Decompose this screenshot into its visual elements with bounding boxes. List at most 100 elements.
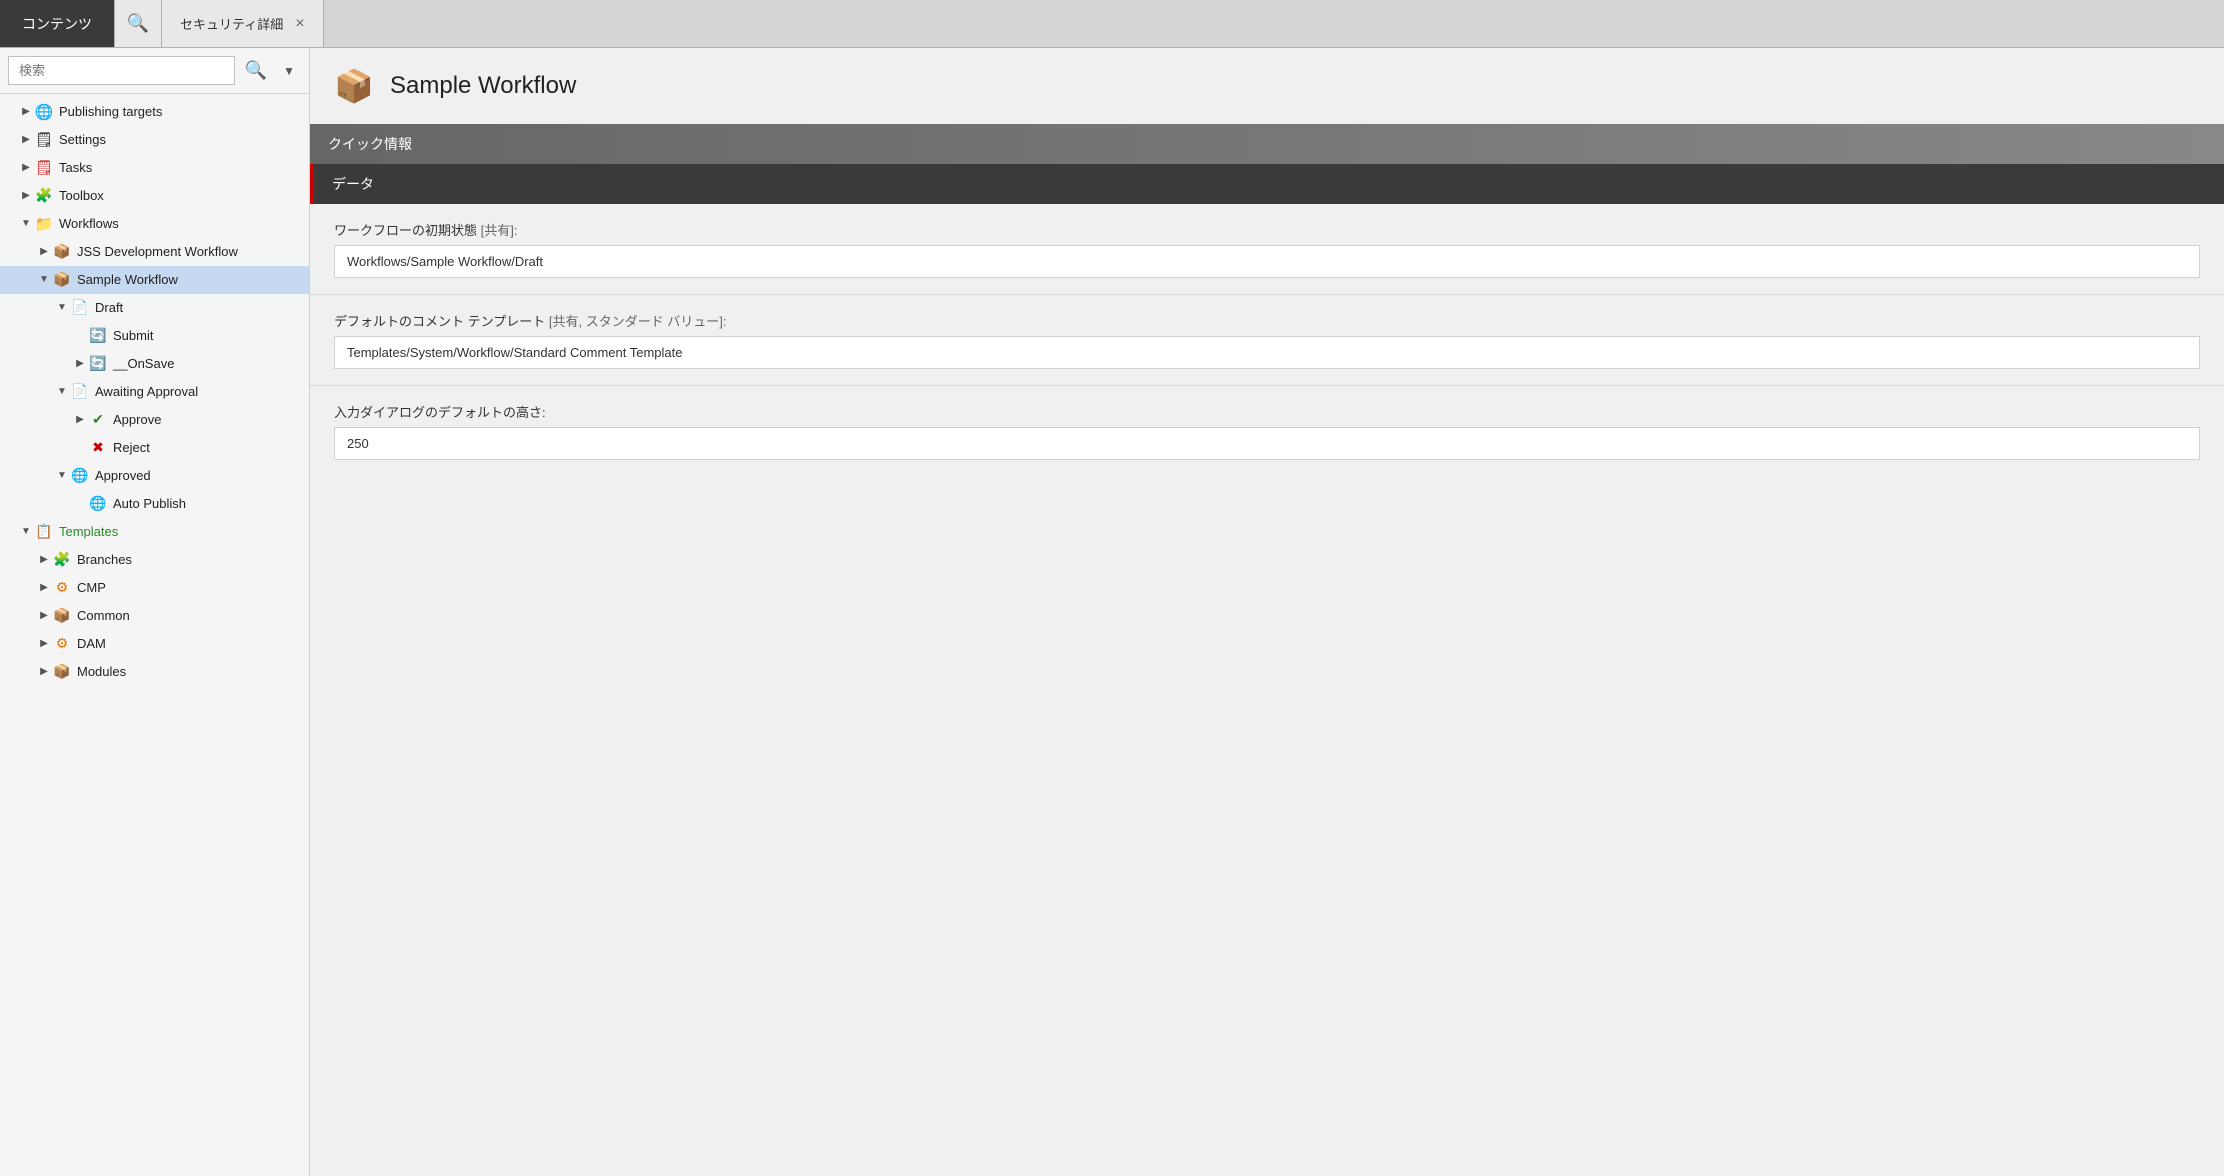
tree-icon-submit: 🔄 [88,326,108,346]
sidebar: 🔍 ▼ ▶ 🌐 Publishing targets ▶ 🗒 Settings [0,48,310,1176]
tree-item-reject[interactable]: ✖ Reject [0,434,309,462]
tree-toggle-workflows[interactable]: ▼ [18,217,34,231]
tree-label-submit: Submit [113,327,153,345]
tree-icon-draft: 📄 [70,298,90,318]
tree-label-cmp: CMP [77,579,106,597]
tree-item-sample-workflow[interactable]: ▼ 📦 Sample Workflow [0,266,309,294]
tree-item-jss-dev-workflow[interactable]: ▶ 📦 JSS Development Workflow [0,238,309,266]
tree-icon-common: 📦 [52,606,72,626]
tree-toggle-tasks[interactable]: ▶ [18,161,34,175]
tree-label-templates: Templates [59,523,118,541]
tree-icon-modules: 📦 [52,662,72,682]
tree-icon-approve: ✔ [88,410,108,430]
field-label-text-dialog-height: 入力ダイアログのデフォルトの高さ: [334,405,546,420]
content-icon: 📦 [334,66,374,106]
field-label-text-comment-template: デフォルトのコメント テンプレート [334,314,545,329]
tree-label-approved: Approved [95,467,151,485]
field-group-comment-template: デフォルトのコメント テンプレート [共有, スタンダード バリュー]: Tem… [310,295,2224,385]
tree-toggle-sample-workflow[interactable]: ▼ [36,273,52,287]
tree-icon-reject: ✖ [88,438,108,458]
tree-icon-dam: ⚙ [52,634,72,654]
field-value-initial-state: Workflows/Sample Workflow/Draft [334,245,2200,278]
main-layout: 🔍 ▼ ▶ 🌐 Publishing targets ▶ 🗒 Settings [0,48,2224,1176]
quick-info-label: クイック情報 [328,136,412,152]
tree-item-branches[interactable]: ▶ 🧩 Branches [0,546,309,574]
tree-label-workflows: Workflows [59,215,119,233]
tree-item-draft[interactable]: ▼ 📄 Draft [0,294,309,322]
tree-icon-publishing-targets: 🌐 [34,102,54,122]
tree-toggle-awaiting-approval[interactable]: ▼ [54,385,70,399]
tree-toggle-approve[interactable]: ▶ [72,413,88,427]
field-value-comment-template: Templates/System/Workflow/Standard Comme… [334,336,2200,369]
tab-close-icon[interactable]: × [295,15,304,33]
tree-item-settings[interactable]: ▶ 🗒 Settings [0,126,309,154]
tree-toggle-publishing-targets[interactable]: ▶ [18,105,34,119]
tree-label-onsave: __OnSave [113,355,174,373]
tab-bar: コンテンツ 🔍 セキュリティ詳細 × [0,0,2224,48]
tree-toggle-jss-dev-workflow[interactable]: ▶ [36,245,52,259]
tree-item-approve[interactable]: ▶ ✔ Approve [0,406,309,434]
tab-contents[interactable]: コンテンツ [0,0,114,47]
field-label-dialog-height: 入力ダイアログのデフォルトの高さ: [334,402,2200,421]
tree-toggle-branches[interactable]: ▶ [36,553,52,567]
search-button[interactable]: 🔍 [239,56,273,85]
tree-icon-workflows: 📁 [34,214,54,234]
tree-icon-toolbox: 🧩 [34,186,54,206]
tree-item-approved[interactable]: ▼ 🌐 Approved [0,462,309,490]
tree-label-sample-workflow: Sample Workflow [77,271,178,289]
tree-label-auto-publish: Auto Publish [113,495,186,513]
tree-item-auto-publish[interactable]: 🌐 Auto Publish [0,490,309,518]
tree-toggle-cmp[interactable]: ▶ [36,581,52,595]
field-shared-comment-template: [共有, スタンダード バリュー]: [549,314,727,329]
field-shared-initial-state: [共有]: [481,223,518,238]
field-label-text-initial-state: ワークフローの初期状態 [334,223,477,238]
tree-item-modules[interactable]: ▶ 📦 Modules [0,658,309,686]
search-bar: 🔍 ▼ [0,48,309,94]
tree-label-publishing-targets: Publishing targets [59,103,162,121]
tree-toggle-common[interactable]: ▶ [36,609,52,623]
tree-item-publishing-targets[interactable]: ▶ 🌐 Publishing targets [0,98,309,126]
tree-icon-onsave: 🔄 [88,354,108,374]
tree-item-onsave[interactable]: ▶ 🔄 __OnSave [0,350,309,378]
tree-item-tasks[interactable]: ▶ 🗒 Tasks [0,154,309,182]
tab-security-detail[interactable]: セキュリティ詳細 × [162,0,324,47]
tree-toggle-settings[interactable]: ▶ [18,133,34,147]
tree-icon-cmp: ⚙ [52,578,72,598]
tree-label-settings: Settings [59,131,106,149]
tree-label-approve: Approve [113,411,161,429]
tree-label-branches: Branches [77,551,132,569]
tree-label-dam: DAM [77,635,106,653]
search-input[interactable] [8,56,235,85]
tree-label-modules: Modules [77,663,126,681]
dropdown-button[interactable]: ▼ [277,60,301,82]
tree-item-toolbox[interactable]: ▶ 🧩 Toolbox [0,182,309,210]
tree-icon-branches: 🧩 [52,550,72,570]
tab-search-button[interactable]: 🔍 [114,0,162,47]
data-section-label: データ [332,176,374,192]
field-group-initial-state: ワークフローの初期状態 [共有]: Workflows/Sample Workf… [310,204,2224,294]
tree-item-submit[interactable]: 🔄 Submit [0,322,309,350]
tree-label-common: Common [77,607,130,625]
tree-item-dam[interactable]: ▶ ⚙ DAM [0,630,309,658]
tree-toggle-approved[interactable]: ▼ [54,469,70,483]
tree-label-draft: Draft [95,299,123,317]
data-section-header: データ [310,164,2224,204]
tree-toggle-templates[interactable]: ▼ [18,525,34,539]
tree-toggle-modules[interactable]: ▶ [36,665,52,679]
tree-item-templates[interactable]: ▼ 📋 Templates [0,518,309,546]
page-title: Sample Workflow [390,72,576,100]
tab-security-label: セキュリティ詳細 [180,14,283,33]
tree-icon-auto-publish: 🌐 [88,494,108,514]
tree-toggle-onsave[interactable]: ▶ [72,357,88,371]
tree-icon-settings: 🗒 [34,130,54,150]
tree-icon-jss-dev-workflow: 📦 [52,242,72,262]
field-value-dialog-height: 250 [334,427,2200,460]
tree-item-cmp[interactable]: ▶ ⚙ CMP [0,574,309,602]
tree-toggle-draft[interactable]: ▼ [54,301,70,315]
tree-toggle-toolbox[interactable]: ▶ [18,189,34,203]
tree-item-common[interactable]: ▶ 📦 Common [0,602,309,630]
tree-item-awaiting-approval[interactable]: ▼ 📄 Awaiting Approval [0,378,309,406]
tree-item-workflows[interactable]: ▼ 📁 Workflows [0,210,309,238]
tree-icon-sample-workflow: 📦 [52,270,72,290]
tree-toggle-dam[interactable]: ▶ [36,637,52,651]
